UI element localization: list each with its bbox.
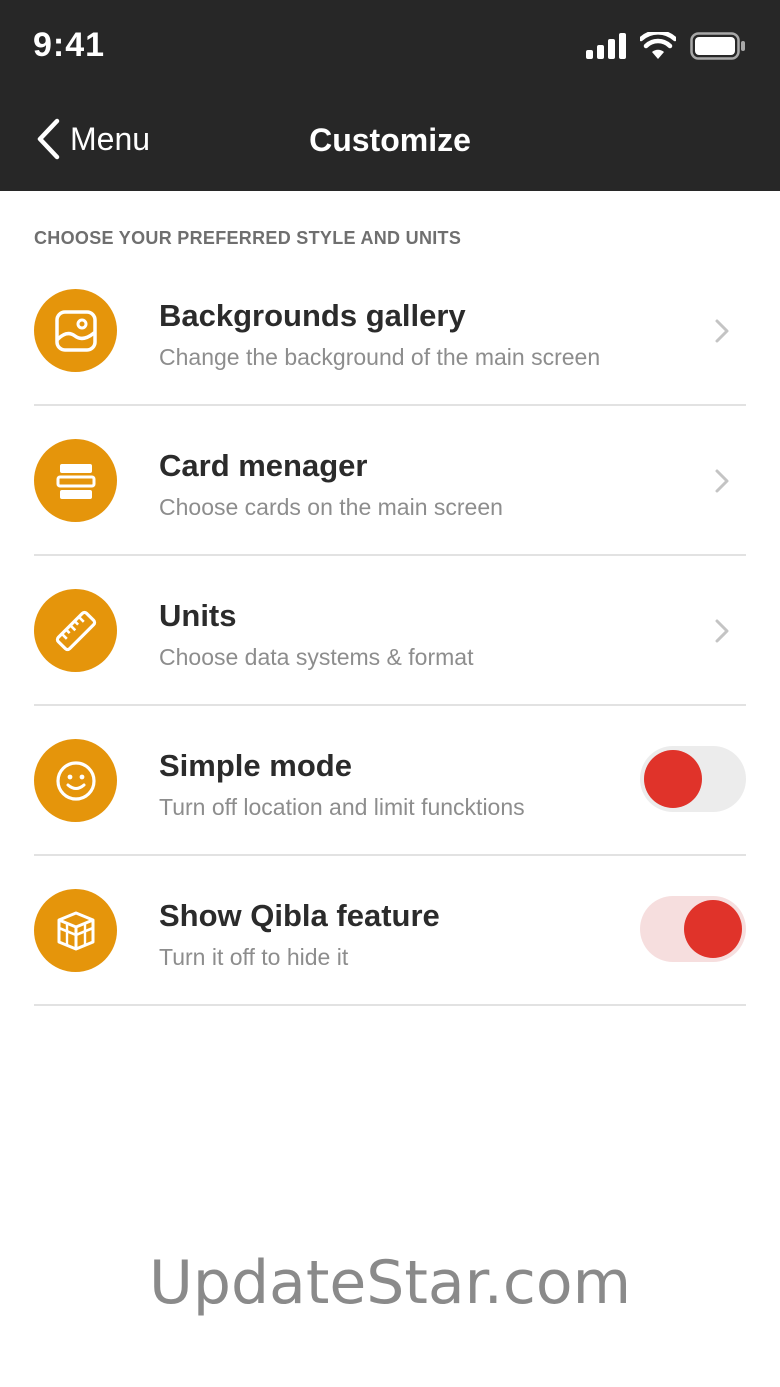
- kaaba-icon: [34, 889, 117, 972]
- chevron-right-icon: [715, 619, 729, 643]
- chevron-right-icon: [715, 319, 729, 343]
- list-item-card-manager[interactable]: Card menager Choose cards on the main sc…: [0, 406, 780, 556]
- watermark: UpdateStar.com: [148, 1248, 632, 1318]
- page-title: Customize: [309, 122, 471, 158]
- status-icons: [586, 32, 746, 60]
- item-subtitle: Turn off location and limit funcktions: [159, 794, 525, 820]
- divider: [34, 1004, 746, 1006]
- section-title: CHOOSE YOUR PREFERRED STYLE AND UNITS: [34, 228, 462, 248]
- list-item-units[interactable]: Units Choose data systems & format: [0, 556, 780, 706]
- chevron-right-icon: [715, 469, 729, 493]
- smiley-icon: [34, 739, 117, 822]
- image-icon: [34, 289, 117, 372]
- item-subtitle: Turn it off to hide it: [159, 944, 349, 970]
- list-item-backgrounds-gallery[interactable]: Backgrounds gallery Change the backgroun…: [0, 256, 780, 406]
- customize-screen: 9:41 Menu Customize CHOOSE YOUR PREFERRE…: [0, 0, 780, 1387]
- cellular-signal-icon: [586, 33, 626, 59]
- header: 9:41 Menu Customize: [0, 0, 780, 191]
- item-title: Show Qibla feature: [159, 898, 440, 933]
- item-subtitle: Choose cards on the main screen: [159, 494, 503, 520]
- item-subtitle: Change the background of the main screen: [159, 344, 601, 370]
- list-item-simple-mode: Simple mode Turn off location and limit …: [0, 706, 780, 856]
- simple-mode-toggle[interactable]: [640, 746, 746, 812]
- ruler-icon: [34, 589, 117, 672]
- show-qibla-toggle[interactable]: [640, 896, 746, 962]
- settings-list: Backgrounds gallery Change the backgroun…: [0, 256, 780, 1006]
- toggle-knob: [684, 900, 742, 958]
- item-title: Units: [159, 598, 237, 633]
- wifi-icon: [640, 32, 676, 59]
- toggle-knob: [644, 750, 702, 808]
- item-subtitle: Choose data systems & format: [159, 644, 474, 670]
- item-title: Simple mode: [159, 748, 352, 783]
- item-title: Card menager: [159, 448, 368, 483]
- item-title: Backgrounds gallery: [159, 298, 466, 333]
- status-time: 9:41: [33, 26, 106, 64]
- battery-icon: [690, 32, 745, 60]
- list-item-show-qibla: Show Qibla feature Turn it off to hide i…: [0, 856, 780, 1006]
- cards-icon: [34, 439, 117, 522]
